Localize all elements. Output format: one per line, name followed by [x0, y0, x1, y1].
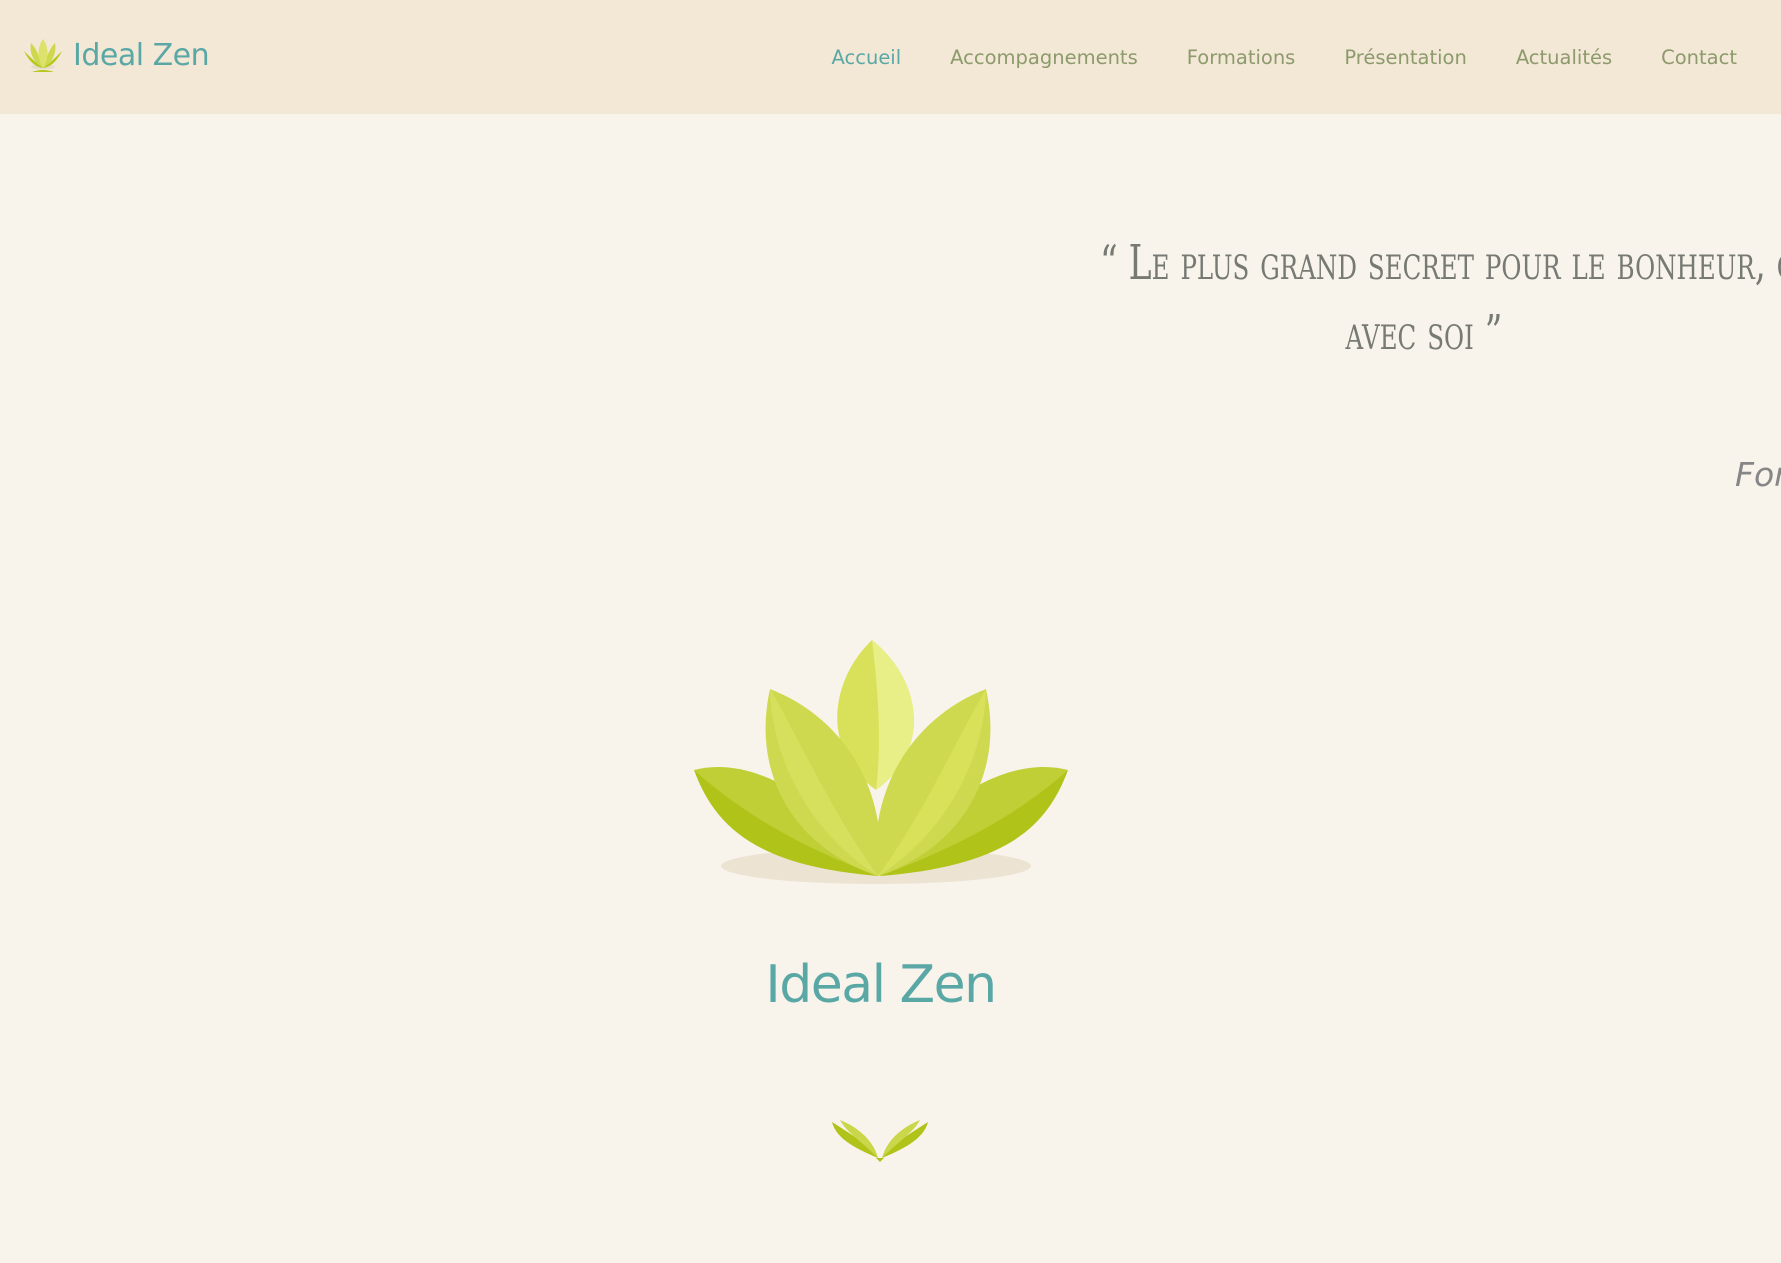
quote-slider: “ Le plus grand secret pour le bonheur, … [0, 200, 1781, 380]
lotus-icon [694, 640, 1068, 884]
quote-line-2: avec soi ” [1345, 305, 1503, 361]
nav-item-formations[interactable]: Formations [1187, 46, 1296, 69]
nav-item-actualites[interactable]: Actualités [1516, 46, 1612, 69]
nav-item-accompagnements[interactable]: Accompagnements [950, 46, 1138, 69]
lotus-icon [24, 39, 62, 72]
nav-item-accueil[interactable]: Accueil [832, 46, 902, 69]
quote-line-1: “ Le plus grand secret pour le bonheur, … [1100, 235, 1781, 291]
hero-quote: “ Le plus grand secret pour le bonheur, … [1100, 228, 1781, 368]
nav-item-presentation[interactable]: Présentation [1344, 46, 1466, 69]
brand-logo-link[interactable]: Ideal Zen [22, 34, 210, 76]
nav-item-contact[interactable]: Contact [1661, 46, 1737, 69]
quote-author: For [1735, 455, 1781, 494]
main-nav: Accueil Accompagnements Formations Prése… [783, 0, 1737, 114]
brand-name: Ideal Zen [73, 37, 210, 73]
hands-leaves-icon [832, 1120, 928, 1162]
author-slider: For [0, 455, 1781, 515]
hero-title: Ideal Zen [765, 955, 997, 1015]
site-header: Ideal Zen Accueil Accompagnements Format… [0, 0, 1781, 114]
